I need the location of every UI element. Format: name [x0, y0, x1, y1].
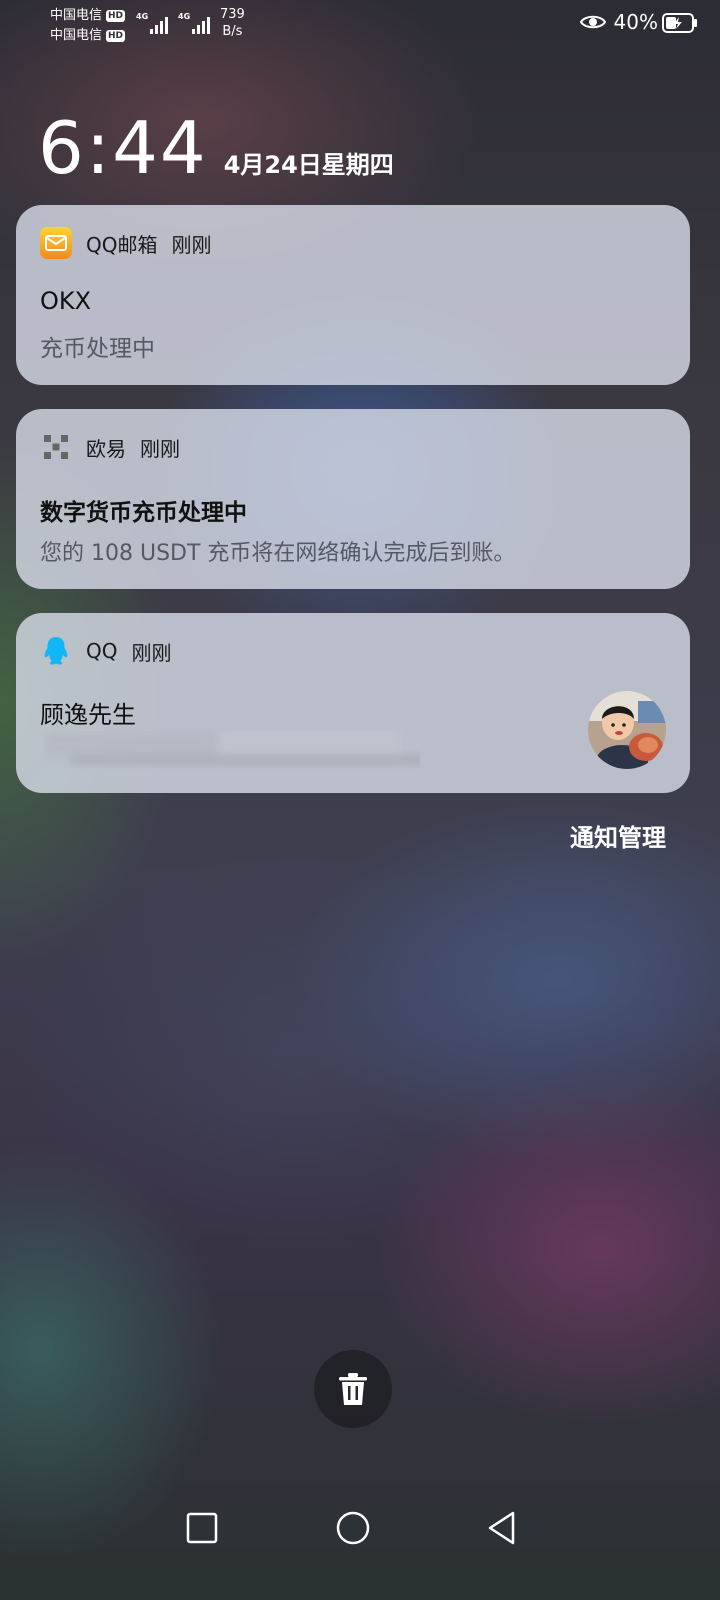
eye-icon: [579, 15, 606, 29]
network-speed: 739 B/s: [220, 6, 245, 40]
battery-charging-icon: [662, 13, 697, 33]
notification-body: 您的 108 USDT 充币将在网络确认完成后到账。: [40, 541, 516, 566]
notification-card-qq[interactable]: QQ 刚刚 顾逸先生: [16, 613, 690, 793]
battery-percent: 40%: [613, 10, 658, 34]
notification-body: 充币处理中: [40, 336, 155, 362]
app-name: QQ邮箱: [86, 232, 158, 257]
notification-header: QQ邮箱 刚刚: [40, 227, 211, 259]
clear-all-button[interactable]: [314, 1350, 392, 1428]
lockscreen-clock: 6:44 4月24日星期四: [38, 108, 394, 188]
signal-icon: 4G: [136, 12, 168, 34]
avatar: [588, 691, 666, 769]
network-speed-value: 739: [220, 7, 245, 22]
signal-indicators: 4G 4G: [136, 12, 210, 34]
notification-manage-link[interactable]: 通知管理: [570, 818, 666, 853]
trash-icon: [339, 1373, 367, 1405]
app-name: QQ: [86, 639, 118, 663]
redacted-message: [46, 731, 420, 765]
notification-header: 欧易 刚刚: [40, 431, 180, 463]
notification-title: OKX: [40, 287, 92, 315]
notification-time: 刚刚: [171, 232, 212, 257]
notification-title: 数字货币充币处理中: [40, 500, 247, 526]
signal-icon: 4G: [178, 12, 210, 34]
carrier-info: 中国电信 HD 中国电信 HD: [50, 6, 126, 46]
network-type-1: 4G: [136, 12, 149, 21]
mail-icon: [40, 227, 72, 259]
status-bar: 中国电信 HD 中国电信 HD 4G 4G 739 B/s 40%: [0, 0, 720, 44]
recents-square-icon[interactable]: [182, 1508, 222, 1548]
navigation-bar: [0, 1498, 720, 1558]
status-right: 40%: [579, 10, 658, 34]
carrier-name-1: 中国电信: [50, 8, 103, 23]
date-display: 4月24日星期四: [223, 151, 394, 179]
qq-penguin-icon: [44, 637, 68, 665]
hd-badge-1: HD: [106, 10, 126, 22]
notification-time: 刚刚: [140, 436, 180, 461]
network-speed-unit: B/s: [222, 24, 243, 39]
app-name: 欧易: [86, 436, 126, 461]
time-display: 6:44: [38, 106, 208, 190]
home-circle-icon[interactable]: [333, 1508, 373, 1548]
notification-card-qqmail[interactable]: QQ邮箱 刚刚 OKX 充币处理中: [16, 205, 690, 385]
notification-card-okx[interactable]: 欧易 刚刚 数字货币充币处理中 您的 108 USDT 充币将在网络确认完成后到…: [16, 409, 690, 589]
notification-title: 顾逸先生: [40, 701, 136, 729]
network-type-2: 4G: [178, 12, 191, 21]
okx-logo-icon: [44, 435, 68, 459]
back-triangle-icon[interactable]: [482, 1508, 522, 1548]
notification-time: 刚刚: [131, 640, 172, 665]
carrier-name-2: 中国电信: [50, 28, 103, 43]
notification-header: QQ 刚刚: [40, 635, 171, 667]
hd-badge-2: HD: [106, 30, 126, 42]
